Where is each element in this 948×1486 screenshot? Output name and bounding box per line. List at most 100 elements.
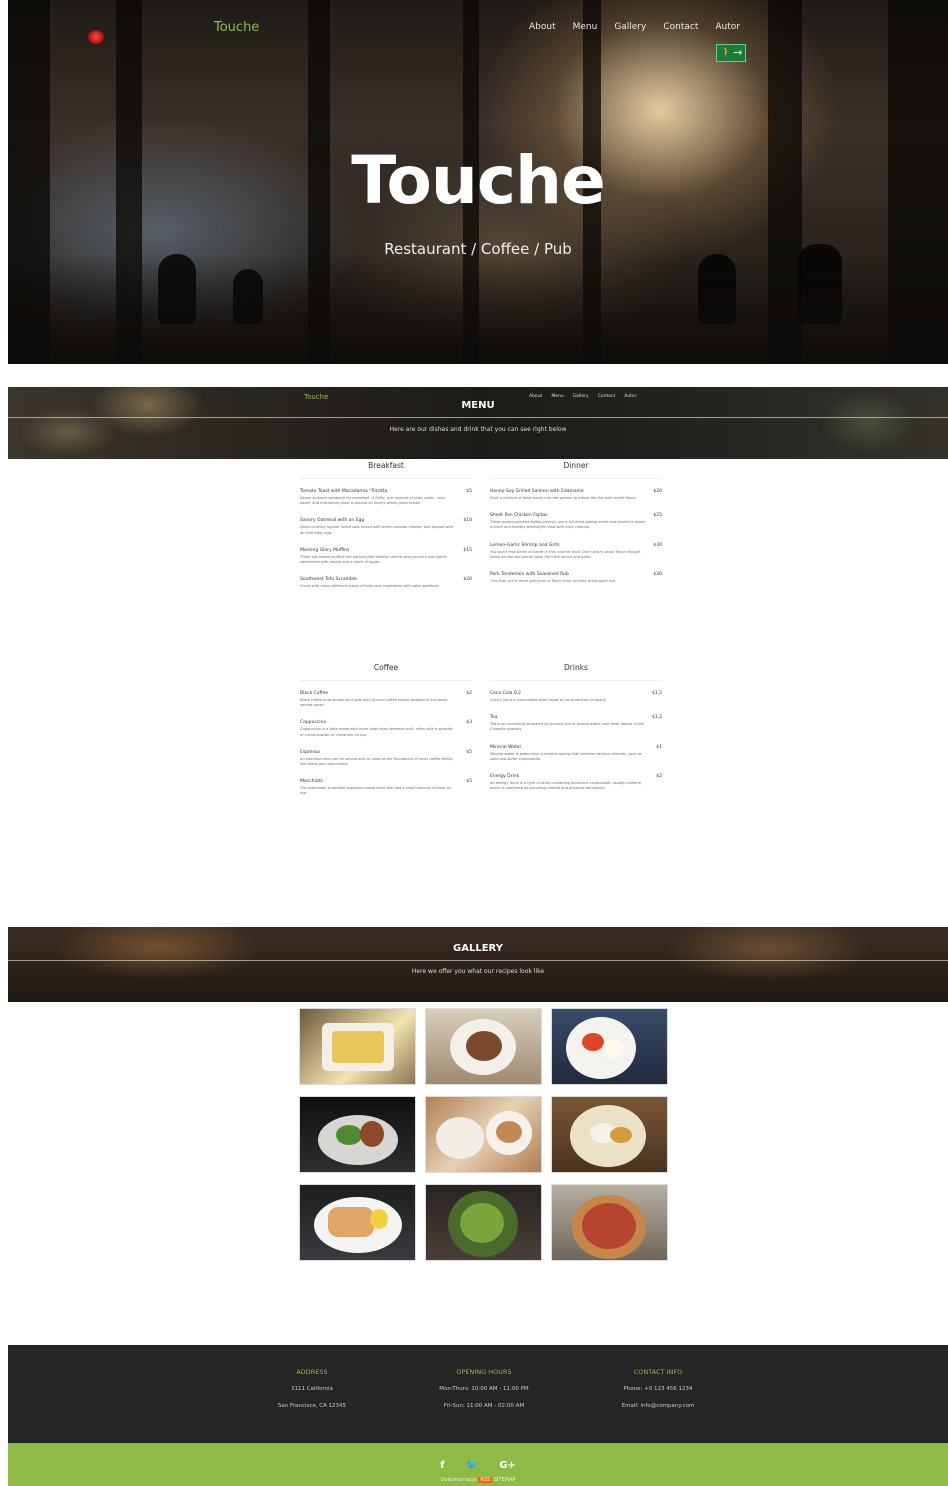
dish-price: $1,2	[651, 715, 662, 721]
dish-description: Tea is an commonly prepared by pouring h…	[490, 722, 644, 732]
sticky-nav-gallery[interactable]: Gallery	[573, 394, 589, 399]
footer-contact: CONTACT INFO Phone: +0 123 456 1234 Emai…	[568, 1368, 748, 1420]
dish-name: Sheet Pan Chicken Fajitas	[490, 513, 548, 519]
facebook-icon[interactable]: f	[440, 1460, 444, 1471]
dish-name: Mineral Water	[490, 744, 522, 750]
footer-address: ADDRESS 1111 California San Francisco, C…	[222, 1368, 402, 1420]
menu-section-subtitle: Here are our dishes and drink that you c…	[389, 426, 567, 433]
dish-name: Cappuccino	[300, 720, 327, 726]
sticky-menu: About Menu Gallery Contact Autor	[529, 394, 646, 399]
category-title: Breakfast	[300, 461, 472, 479]
dish-name: Coca Cola 0,2	[490, 691, 522, 696]
gallery-image-table-dishes[interactable]	[425, 1096, 542, 1173]
sticky-nav-autor[interactable]: Autor	[624, 394, 636, 399]
gallery-image-lamb-chops[interactable]	[299, 1096, 416, 1173]
nav-item-menu[interactable]: Menu	[573, 22, 598, 32]
gallery-image-steak-plate[interactable]	[425, 1008, 542, 1085]
dish-name: Tea	[490, 715, 498, 721]
gallery-image-salad-bowl[interactable]	[425, 1184, 542, 1261]
list-item: Cappuccino $3 Cappuccino is a latte made …	[300, 720, 472, 737]
category-title: Drinks	[490, 663, 662, 681]
dish-price: $25	[653, 513, 662, 519]
address-line2: San Francisco, CA 12345	[277, 1403, 347, 1409]
nav-item-contact[interactable]: Contact	[663, 22, 698, 32]
dish-price: $2	[656, 774, 662, 780]
contact-heading: CONTACT INFO	[633, 1368, 683, 1376]
nav-item-autor[interactable]: Autor	[715, 22, 740, 32]
dish-price: $30	[653, 572, 662, 578]
dish-name: Morning Glory Muffins	[300, 547, 350, 553]
dish-name: Macchiato	[300, 779, 323, 785]
sitemap-link[interactable]: SITEMAP	[494, 1477, 516, 1483]
list-item: Southwest Tofu Scramble $20 Foods with ma…	[300, 577, 472, 589]
nav-item-about[interactable]: About	[529, 22, 556, 32]
dish-price: $20	[463, 577, 472, 583]
menu-section-title: MENU	[461, 400, 495, 411]
dish-price: $30	[653, 542, 662, 548]
dish-description: Mineral water is water from a mineral sp…	[490, 751, 642, 761]
gallery-image-egg-toast[interactable]	[551, 1096, 668, 1173]
dish-price: $5	[466, 489, 472, 494]
dish-name: Tomato Toast with Macadamia “Ricotta	[300, 489, 388, 494]
dish-name: Pork Tenderloin with Seasoned Rub	[490, 572, 569, 578]
hero-title: Touche	[351, 142, 605, 219]
gallery-image-breakfast-plate[interactable]	[551, 1008, 668, 1085]
sticky-nav-contact[interactable]: Contact	[598, 394, 616, 399]
twitter-icon[interactable]: 🐦	[466, 1460, 478, 1471]
gallery-banner: GALLERY Here we offer you what our recip…	[8, 927, 948, 1002]
dish-description: Quick-cooking regular rolled oats mixed …	[300, 525, 454, 535]
dish-price: $1,5	[651, 691, 662, 696]
documentation-link[interactable]: Dokumentacja	[441, 1477, 477, 1483]
footer-social: f 🐦 G+ Dokumentacja RSS SITEMAP	[8, 1443, 948, 1486]
dish-description: An espresso shot can be served solo or u…	[300, 756, 454, 767]
hours-line2: Fri-Sun: 11:00 AM - 02:00 AM	[443, 1403, 525, 1409]
menu-category-drinks: Drinks Coca Cola 0,2 $1,5 Coca-Cola is a …	[490, 663, 662, 803]
rss-icon[interactable]: RSS	[478, 1477, 493, 1483]
footer-hours: OPENING HOURS Mon-Thurs: 10:00 AM - 11:0…	[394, 1368, 574, 1420]
hero-subtitle: Restaurant / Coffee / Pub	[384, 240, 572, 258]
main-menu: About Menu Gallery Contact Autor	[512, 22, 740, 32]
contact-email[interactable]: Email: info@company.com	[568, 1403, 748, 1409]
menu-category-breakfast: Breakfast Tomato Toast with Macadamia “R…	[300, 461, 472, 601]
nav-item-gallery[interactable]: Gallery	[614, 22, 646, 32]
list-item: Savory Oatmeal with an Egg $10 Quick-cook…	[300, 518, 472, 535]
dish-description: Black coffee is as simple as it gets wit…	[300, 698, 449, 708]
social-links: f 🐦 G+	[8, 1453, 948, 1472]
dish-description: The macchiato is another espresso-based …	[300, 786, 451, 796]
category-title: Coffee	[300, 663, 472, 681]
hours-heading: OPENING HOURS	[456, 1368, 512, 1376]
gallery-section-title: GALLERY	[453, 943, 503, 954]
dish-description: Vegan summer sandwich for breakfast. A f…	[300, 496, 446, 506]
dish-name: Honey-Soy Grilled Salmon with Edamame	[490, 489, 584, 494]
list-item: Honey-Soy Grilled Salmon with Edamame $20…	[490, 489, 662, 501]
address-line1: 1111 California	[291, 1386, 333, 1392]
footer-links: Dokumentacja RSS SITEMAP	[8, 1477, 948, 1483]
list-item: Espresso $5 An espresso shot can be serve…	[300, 750, 472, 767]
contact-phone: Phone: +0 123 456 1234	[623, 1386, 693, 1392]
sticky-nav-menu[interactable]: Menu	[551, 394, 563, 399]
list-item: Energy Drink $2 An energy drink is a type…	[490, 774, 662, 791]
gallery-image-pizza[interactable]	[551, 1184, 668, 1261]
list-item: Morning Glory Muffins $15 These oat-based…	[300, 548, 472, 565]
dish-description: This lean cut of meat gets tons of flavo…	[490, 579, 617, 584]
sticky-nav-about[interactable]: About	[529, 394, 542, 399]
dish-price: $5	[466, 749, 472, 755]
brand-logo[interactable]: Touche	[214, 20, 259, 35]
footer-info: ADDRESS 1111 California San Francisco, C…	[8, 1345, 948, 1443]
top-navigation: Touche About Menu Gallery Contact Autor	[8, 0, 948, 56]
list-item: Tea $1,2 Tea is an commonly prepared by p…	[490, 715, 662, 732]
gallery-image-grilled-salmon[interactable]	[299, 1184, 416, 1261]
menu-banner: Touche About Menu Gallery Contact Autor …	[8, 387, 948, 459]
dish-name: Lemon-Garlic Shrimp and Grits	[490, 542, 560, 548]
list-item: Sheet Pan Chicken Fajitas $25 These prote…	[490, 513, 662, 530]
dish-price: $15	[463, 547, 472, 553]
google-plus-icon[interactable]: G+	[499, 1460, 516, 1471]
dish-name: Southwest Tofu Scramble	[300, 577, 357, 583]
list-item: Macchiato $5 The macchiato is another esp…	[300, 779, 472, 796]
dish-price: $3	[466, 720, 472, 726]
gallery-image-lasagna[interactable]	[299, 1008, 416, 1085]
dish-price: $20	[653, 489, 662, 494]
hero-section: 🚶→ Touche About Menu Gallery Contact Aut…	[8, 0, 948, 364]
category-title: Dinner	[490, 461, 662, 479]
dish-price: $2	[466, 691, 472, 696]
